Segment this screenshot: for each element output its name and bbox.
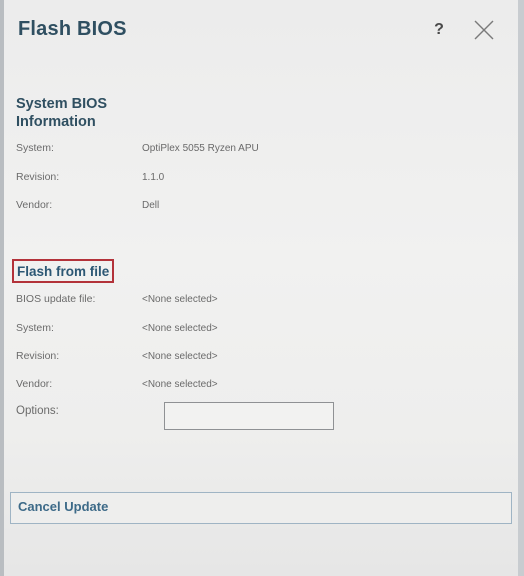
system-label: System: [16, 142, 54, 154]
vendor-label: Vendor: [16, 199, 53, 211]
bios-update-file-label: BIOS update file: [16, 293, 96, 305]
file-vendor-value: <None selected> [142, 379, 218, 390]
close-x-icon [474, 20, 494, 40]
question-mark-icon: ? [434, 21, 444, 38]
file-vendor-label: Vendor: [16, 378, 53, 390]
revision-value: 1.1.0 [142, 172, 165, 183]
system-value: OptiPlex 5055 Ryzen APU [142, 143, 259, 154]
file-revision-value: <None selected> [142, 351, 218, 362]
system-bios-information-heading: System BIOS Information [16, 96, 108, 130]
right-frame-edge [518, 0, 524, 576]
cancel-update-button[interactable]: Cancel Update [10, 492, 512, 524]
bios-update-file-value: <None selected> [142, 294, 218, 305]
file-system-label: System: [16, 322, 54, 334]
left-frame-edge [0, 0, 4, 576]
file-revision-label: Revision: [16, 350, 60, 362]
close-button[interactable] [471, 17, 497, 43]
dialog-title: Flash BIOS [18, 18, 127, 40]
cancel-update-label: Cancel Update [18, 499, 109, 514]
file-system-value: <None selected> [142, 323, 218, 334]
options-field[interactable] [164, 402, 334, 430]
help-button[interactable]: ? [430, 20, 448, 40]
flash-bios-dialog: Flash BIOS ? System BIOS Information Sys… [0, 0, 524, 576]
options-label: Options: [16, 405, 59, 417]
flash-from-file-link[interactable]: Flash from file [12, 259, 115, 283]
revision-label: Revision: [16, 171, 60, 183]
vendor-value: Dell [142, 200, 160, 211]
